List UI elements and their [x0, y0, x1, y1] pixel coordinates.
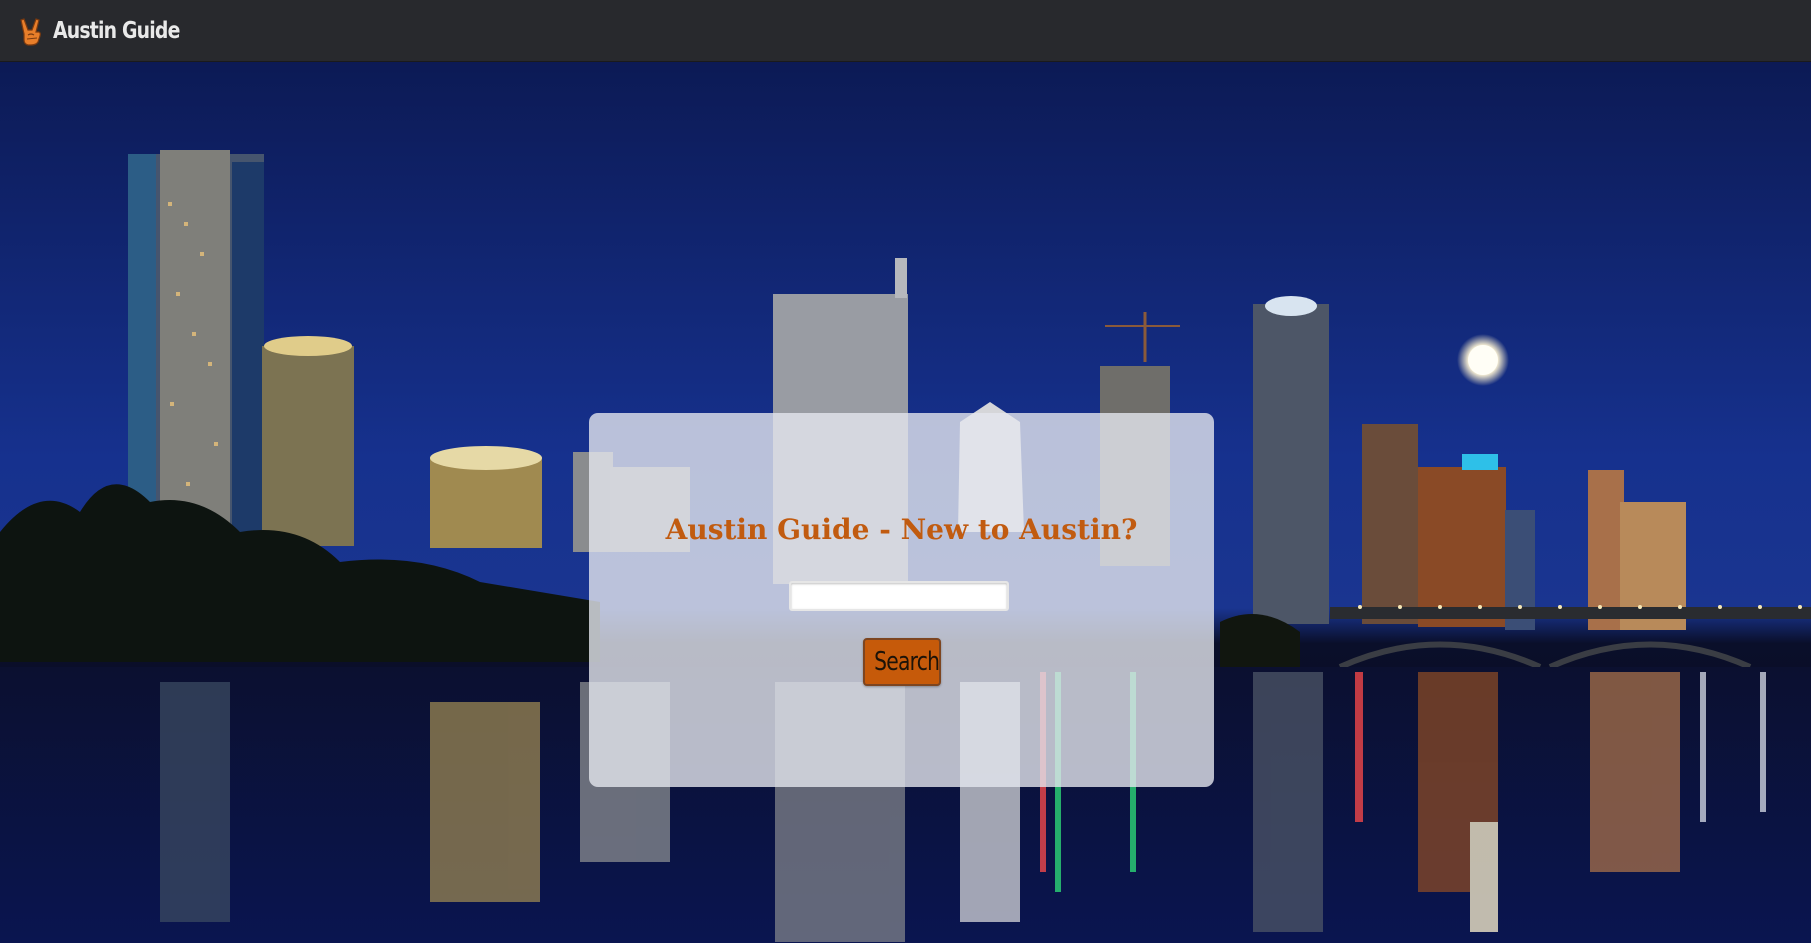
search-input[interactable]	[789, 581, 1009, 611]
search-button-label: Search	[874, 647, 940, 677]
page-title: Austin Guide - New to Austin?	[665, 513, 1138, 546]
rock-on-hand-icon	[17, 16, 45, 46]
top-navbar: Austin Guide	[0, 0, 1811, 62]
search-button[interactable]: Search	[863, 638, 941, 686]
brand-link[interactable]: Austin Guide	[17, 16, 207, 46]
hero-background: Austin Guide - New to Austin? Search	[0, 62, 1811, 943]
search-panel: Austin Guide - New to Austin? Search	[589, 413, 1214, 787]
brand-label: Austin Guide	[53, 17, 180, 44]
